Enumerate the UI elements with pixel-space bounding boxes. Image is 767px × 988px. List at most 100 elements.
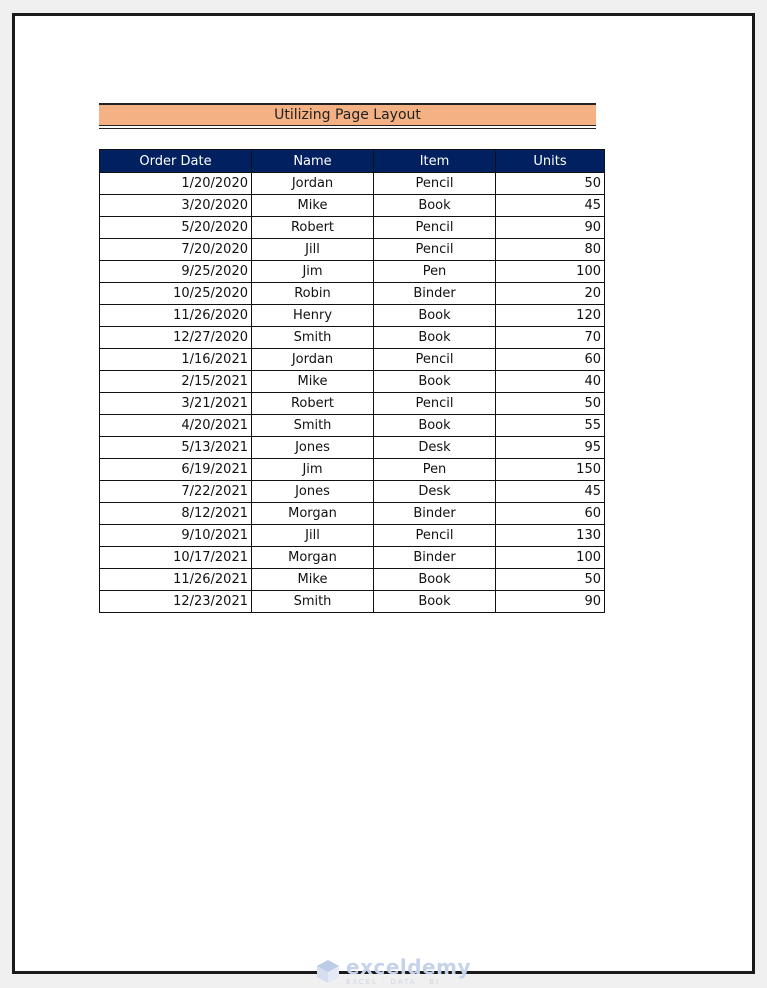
units-cell: 80 (495, 238, 605, 261)
units-cell: 100 (495, 546, 605, 569)
order-date-cell: 10/25/2020 (99, 282, 252, 305)
units-cell: 60 (495, 348, 605, 371)
item-cell: Binder (373, 546, 496, 569)
item-cell: Book (373, 304, 496, 327)
item-cell: Book (373, 326, 496, 349)
order-date-cell: 8/12/2021 (99, 502, 252, 525)
table-row: 5/20/2020 Robert Pencil 90 (99, 216, 605, 239)
name-cell: Jordan (251, 348, 374, 371)
order-date-cell: 11/26/2021 (99, 568, 252, 591)
column-header-order-date: Order Date (99, 149, 252, 173)
item-cell: Book (373, 370, 496, 393)
table-row: 9/10/2021 Jill Pencil 130 (99, 524, 605, 547)
column-header-item: Item (373, 149, 496, 173)
units-cell: 60 (495, 502, 605, 525)
table-row: 3/21/2021 Robert Pencil 50 (99, 392, 605, 415)
table-row: 12/27/2020 Smith Book 70 (99, 326, 605, 349)
table-row: 11/26/2021 Mike Book 50 (99, 568, 605, 591)
order-date-cell: 6/19/2021 (99, 458, 252, 481)
units-cell: 40 (495, 370, 605, 393)
item-cell: Binder (373, 282, 496, 305)
units-cell: 70 (495, 326, 605, 349)
name-cell: Henry (251, 304, 374, 327)
item-cell: Desk (373, 436, 496, 459)
name-cell: Jones (251, 480, 374, 503)
table-row: 8/12/2021 Morgan Binder 60 (99, 502, 605, 525)
table-row: 1/16/2021 Jordan Pencil 60 (99, 348, 605, 371)
column-header-units: Units (495, 149, 605, 173)
title-double-underline (99, 125, 596, 129)
units-cell: 95 (495, 436, 605, 459)
item-cell: Book (373, 568, 496, 591)
item-cell: Book (373, 194, 496, 217)
column-header-name: Name (251, 149, 374, 173)
header-row: Order Date Name Item Units (99, 149, 605, 173)
name-cell: Morgan (251, 502, 374, 525)
sheet-title: Utilizing Page Layout (99, 103, 596, 125)
table-row: 4/20/2021 Smith Book 55 (99, 414, 605, 437)
table-row: 10/25/2020 Robin Binder 20 (99, 282, 605, 305)
item-cell: Pencil (373, 172, 496, 195)
units-cell: 100 (495, 260, 605, 283)
name-cell: Jim (251, 458, 374, 481)
units-cell: 150 (495, 458, 605, 481)
item-cell: Book (373, 590, 496, 613)
name-cell: Jordan (251, 172, 374, 195)
watermark: exceldemy EXCEL · DATA · BI (315, 954, 475, 988)
order-date-cell: 9/10/2021 (99, 524, 252, 547)
item-cell: Pen (373, 260, 496, 283)
order-date-cell: 12/23/2021 (99, 590, 252, 613)
name-cell: Jim (251, 260, 374, 283)
order-date-cell: 11/26/2020 (99, 304, 252, 327)
name-cell: Robert (251, 392, 374, 415)
item-cell: Pencil (373, 392, 496, 415)
units-cell: 120 (495, 304, 605, 327)
order-date-cell: 3/20/2020 (99, 194, 252, 217)
table-row: 2/15/2021 Mike Book 40 (99, 370, 605, 393)
order-date-cell: 1/20/2020 (99, 172, 252, 195)
item-cell: Desk (373, 480, 496, 503)
units-cell: 130 (495, 524, 605, 547)
table-row: 11/26/2020 Henry Book 120 (99, 304, 605, 327)
table-row: 6/19/2021 Jim Pen 150 (99, 458, 605, 481)
table-row: 3/20/2020 Mike Book 45 (99, 194, 605, 217)
name-cell: Mike (251, 370, 374, 393)
watermark-tagline: EXCEL · DATA · BI (346, 977, 441, 986)
units-cell: 50 (495, 392, 605, 415)
name-cell: Robin (251, 282, 374, 305)
units-cell: 90 (495, 216, 605, 239)
name-cell: Smith (251, 414, 374, 437)
table-row: 5/13/2021 Jones Desk 95 (99, 436, 605, 459)
units-cell: 90 (495, 590, 605, 613)
order-date-cell: 3/21/2021 (99, 392, 252, 415)
units-cell: 50 (495, 172, 605, 195)
name-cell: Smith (251, 590, 374, 613)
order-date-cell: 2/15/2021 (99, 370, 252, 393)
item-cell: Pencil (373, 348, 496, 371)
item-cell: Book (373, 414, 496, 437)
table-row: 10/17/2021 Morgan Binder 100 (99, 546, 605, 569)
order-date-cell: 7/20/2020 (99, 238, 252, 261)
watermark-name: exceldemy (346, 954, 471, 979)
exceldemy-logo-icon (317, 960, 339, 983)
name-cell: Jill (251, 524, 374, 547)
item-cell: Pen (373, 458, 496, 481)
name-cell: Morgan (251, 546, 374, 569)
order-date-cell: 12/27/2020 (99, 326, 252, 349)
order-date-cell: 7/22/2021 (99, 480, 252, 503)
name-cell: Jill (251, 238, 374, 261)
units-cell: 20 (495, 282, 605, 305)
name-cell: Jones (251, 436, 374, 459)
units-cell: 45 (495, 480, 605, 503)
item-cell: Pencil (373, 216, 496, 239)
order-date-cell: 4/20/2021 (99, 414, 252, 437)
item-cell: Binder (373, 502, 496, 525)
units-cell: 45 (495, 194, 605, 217)
name-cell: Smith (251, 326, 374, 349)
order-date-cell: 1/16/2021 (99, 348, 252, 371)
order-date-cell: 10/17/2021 (99, 546, 252, 569)
name-cell: Mike (251, 194, 374, 217)
table-row: 7/20/2020 Jill Pencil 80 (99, 238, 605, 261)
orders-table: Order Date Name Item Units 1/20/2020 Jord… (99, 149, 605, 613)
name-cell: Mike (251, 568, 374, 591)
